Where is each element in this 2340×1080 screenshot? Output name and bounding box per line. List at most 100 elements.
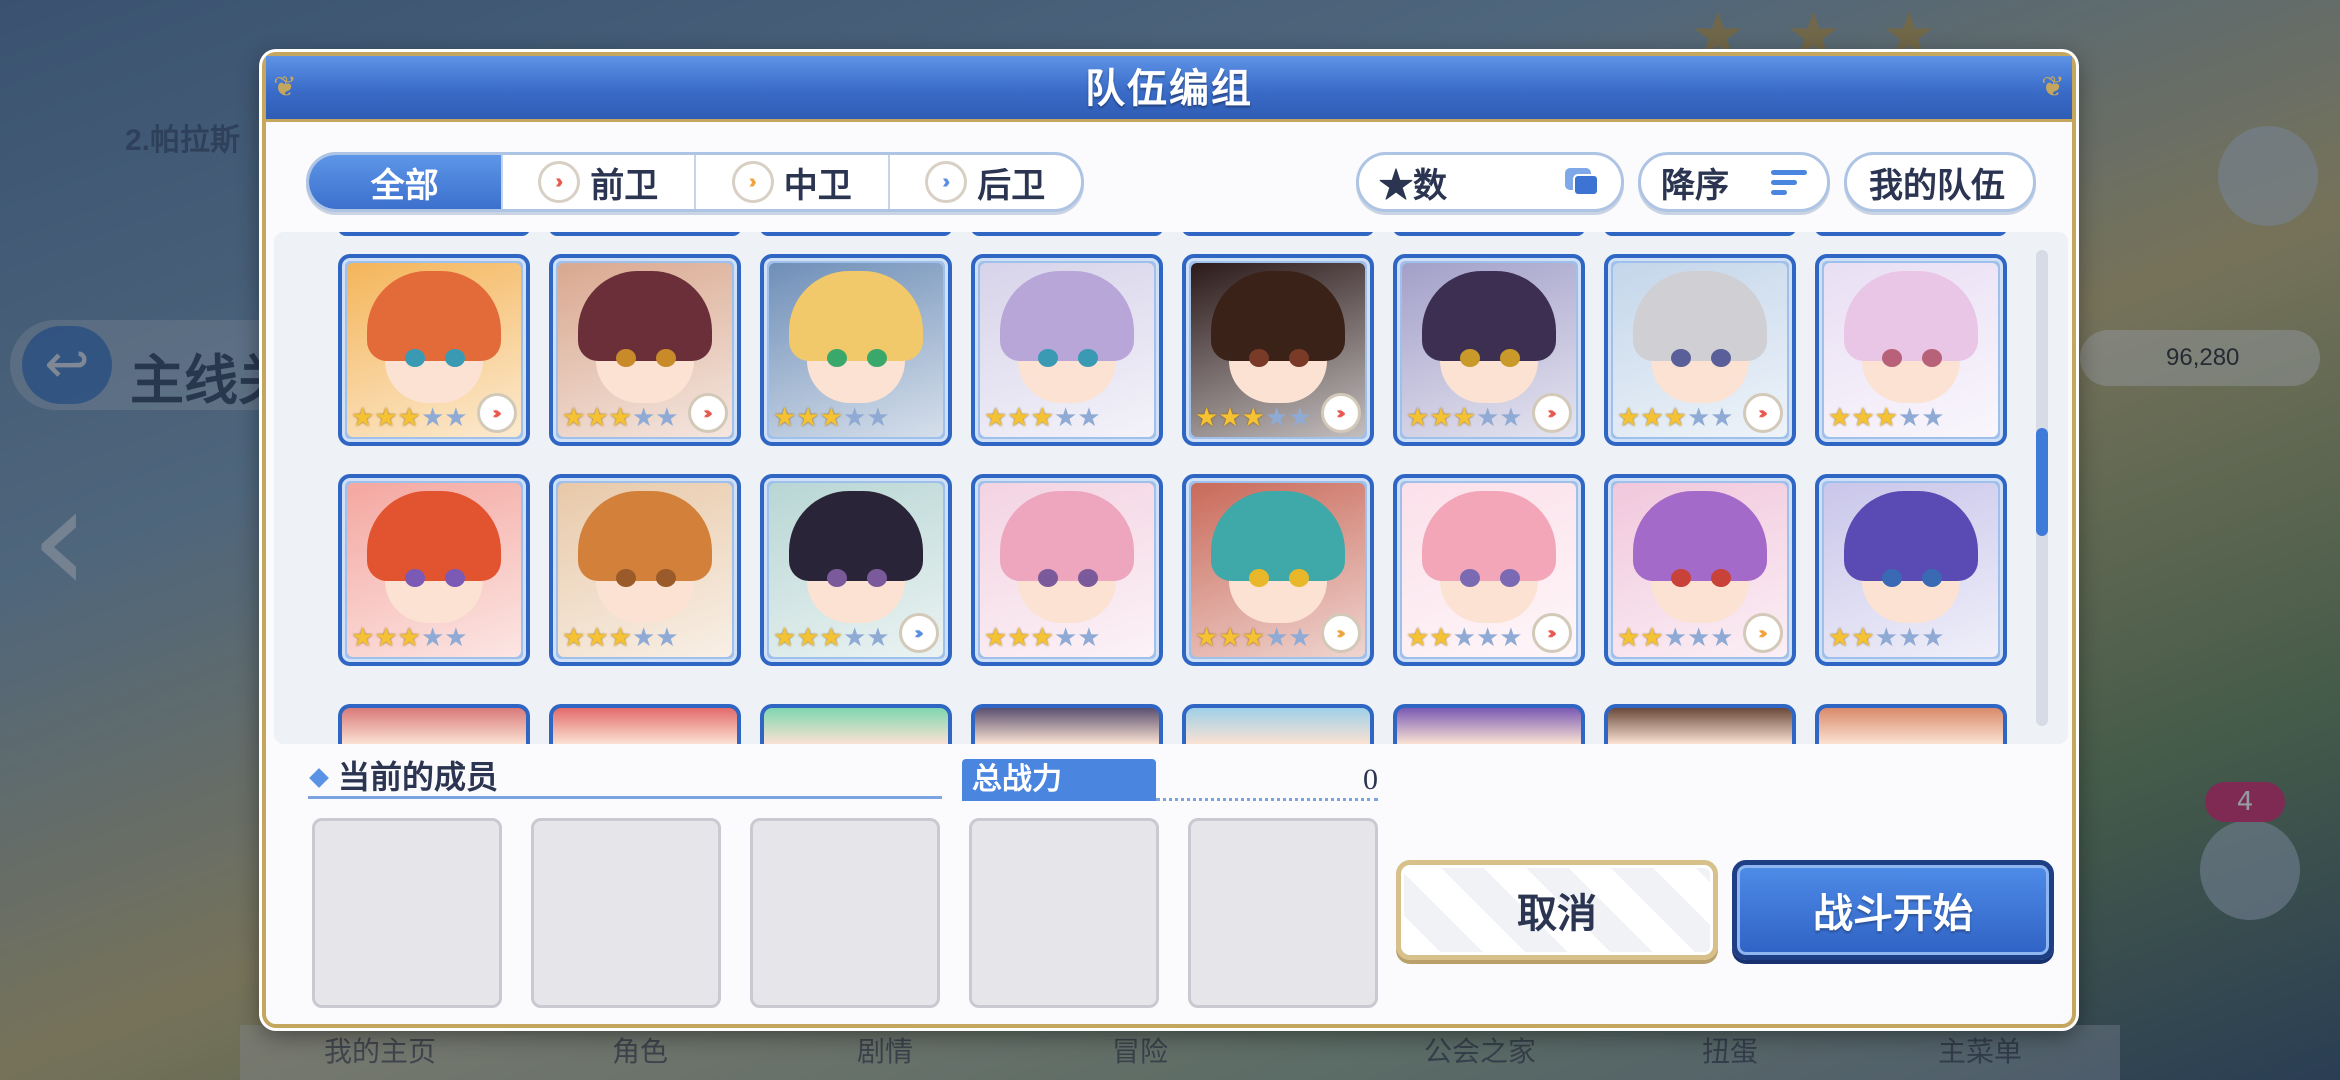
- character-card-partial[interactable]: [971, 232, 1163, 236]
- star-empty-icon: ★: [1475, 623, 1500, 653]
- star-empty-icon: ★: [1710, 403, 1734, 433]
- star-filled-icon: ★: [1218, 403, 1242, 433]
- star-filled-icon: ★: [796, 623, 820, 653]
- character-card[interactable]: ★ ★ ★ ★ ★: [1815, 474, 2007, 666]
- character-card[interactable]: ★ ★ ★ ★ ★: [549, 474, 741, 666]
- sort-order-button[interactable]: 降序: [1638, 152, 1830, 212]
- character-card-partial[interactable]: [549, 704, 741, 744]
- star-filled-icon: ★: [819, 403, 843, 433]
- roster-scrollbar[interactable]: [2036, 250, 2048, 726]
- scrollbar-thumb[interactable]: [2036, 428, 2048, 536]
- cancel-button[interactable]: 取消: [1396, 860, 1718, 960]
- sort-field-button[interactable]: ★数: [1356, 152, 1624, 212]
- character-card[interactable]: ★ ★ ★ ★ ★: [760, 254, 952, 446]
- character-card-partial[interactable]: [1815, 232, 2007, 236]
- character-card-partial[interactable]: [1182, 232, 1374, 236]
- star-empty-icon: ★: [1686, 623, 1711, 653]
- star-rating: ★ ★ ★ ★ ★: [351, 623, 468, 653]
- character-card[interactable]: ★ ★ ★ ★ ★ ›››: [1604, 474, 1796, 666]
- character-card-partial[interactable]: [549, 232, 741, 236]
- star-empty-icon: ★: [655, 403, 679, 433]
- star-empty-icon: ★: [655, 623, 679, 653]
- star-rating: ★ ★ ★ ★ ★: [984, 403, 1101, 433]
- character-card[interactable]: ★ ★ ★ ★ ★: [338, 474, 530, 666]
- member-slot-4[interactable]: [969, 818, 1159, 1008]
- character-card-partial[interactable]: [338, 232, 530, 236]
- character-card-partial[interactable]: [1182, 704, 1374, 744]
- star-rating: ★ ★ ★ ★ ★: [1195, 623, 1312, 653]
- current-members-label: 当前的成员: [338, 759, 499, 795]
- character-card[interactable]: ★ ★ ★ ★ ★: [971, 474, 1163, 666]
- star-empty-icon: ★: [1710, 623, 1734, 653]
- star-empty-icon: ★: [842, 403, 867, 433]
- star-empty-icon: ★: [1897, 623, 1922, 653]
- star-empty-icon: ★: [1452, 623, 1476, 653]
- star-filled-icon: ★: [608, 623, 632, 653]
- character-card[interactable]: ★ ★ ★ ★ ★ ›››: [1182, 254, 1374, 446]
- star-filled-icon: ★: [1828, 623, 1852, 653]
- tab-rearguard[interactable]: ››› 后卫: [887, 155, 1082, 209]
- character-portrait: ★ ★ ★ ★ ★: [980, 483, 1154, 657]
- star-empty-icon: ★: [420, 623, 445, 653]
- character-portrait: ★ ★ ★ ★ ★: [347, 483, 521, 657]
- character-card-partial[interactable]: [338, 704, 530, 744]
- character-card[interactable]: ★ ★ ★ ★ ★ ›››: [1393, 474, 1585, 666]
- star-filled-icon: ★: [1617, 403, 1641, 433]
- corner-ornament-icon: ❦: [2041, 70, 2065, 103]
- character-roster[interactable]: ★ ★ ★ ★ ★ ››› ★ ★ ★ ★ ★ ››› ★ ★ ★ ★ ★ ★ ★ ★ ★ ★ ★ ★ ★ ★ ★ ››› ★ ★ ★ ★ ★ ›…: [274, 232, 2068, 744]
- character-card[interactable]: ★ ★ ★ ★ ★ ›››: [1393, 254, 1585, 446]
- my-team-button[interactable]: 我的队伍: [1844, 152, 2036, 212]
- star-rating: ★ ★ ★ ★ ★: [1828, 403, 1945, 433]
- tab-all[interactable]: 全部: [309, 155, 501, 209]
- tab-midguard[interactable]: ››› 中卫: [694, 155, 888, 209]
- cancel-label: 取消: [1517, 892, 1597, 936]
- star-filled-icon: ★: [1452, 403, 1476, 433]
- character-card[interactable]: ★ ★ ★ ★ ★ ›››: [1604, 254, 1796, 446]
- star-filled-icon: ★: [1406, 403, 1430, 433]
- character-card-partial[interactable]: [1393, 704, 1585, 744]
- corner-ornament-icon: ❦: [273, 70, 297, 103]
- star-rating: ★ ★ ★ ★ ★: [1406, 403, 1523, 433]
- tab-label: 前卫: [590, 166, 659, 205]
- star-empty-icon: ★: [1288, 403, 1312, 433]
- star-empty-icon: ★: [1264, 403, 1289, 433]
- character-card-partial[interactable]: [971, 704, 1163, 744]
- battle-start-button[interactable]: 战斗开始: [1732, 860, 2054, 960]
- star-rating: ★ ★ ★ ★ ★: [1617, 403, 1734, 433]
- star-empty-icon: ★: [1499, 403, 1523, 433]
- character-card-partial[interactable]: [1604, 232, 1796, 236]
- star-filled-icon: ★: [773, 623, 797, 653]
- front-role-icon: ›››: [688, 393, 728, 433]
- star-filled-icon: ★: [1640, 403, 1664, 433]
- character-card[interactable]: ★ ★ ★ ★ ★ ›››: [1182, 474, 1374, 666]
- character-card[interactable]: ★ ★ ★ ★ ★ ›››: [338, 254, 530, 446]
- character-card[interactable]: ★ ★ ★ ★ ★: [1815, 254, 2007, 446]
- my-team-label: 我的队伍: [1869, 166, 2005, 205]
- star-rating: ★ ★ ★ ★ ★: [351, 403, 468, 433]
- character-portrait: ★ ★ ★ ★ ★ ›››: [1613, 263, 1787, 437]
- star-rating: ★ ★ ★ ★ ★: [562, 623, 679, 653]
- character-card-partial[interactable]: [1815, 704, 2007, 744]
- character-portrait: ★ ★ ★ ★ ★: [1824, 263, 1998, 437]
- character-card[interactable]: ★ ★ ★ ★ ★ ›››: [760, 474, 952, 666]
- member-slot-2[interactable]: [531, 818, 721, 1008]
- star-filled-icon: ★: [374, 403, 398, 433]
- character-card-partial[interactable]: [1393, 232, 1585, 236]
- star-filled-icon: ★: [608, 403, 632, 433]
- character-card-partial[interactable]: [760, 232, 952, 236]
- character-portrait: ★ ★ ★ ★ ★: [769, 263, 943, 437]
- character-card-partial[interactable]: [1604, 704, 1796, 744]
- tab-vanguard[interactable]: ››› 前卫: [500, 155, 695, 209]
- member-slot-1[interactable]: [312, 818, 502, 1008]
- star-empty-icon: ★: [866, 623, 890, 653]
- character-card[interactable]: ★ ★ ★ ★ ★: [971, 254, 1163, 446]
- star-filled-icon: ★: [351, 623, 375, 653]
- member-slot-3[interactable]: [750, 818, 940, 1008]
- star-empty-icon: ★: [1686, 403, 1711, 433]
- character-card-partial[interactable]: [760, 704, 952, 744]
- star-filled-icon: ★: [1195, 623, 1219, 653]
- character-card[interactable]: ★ ★ ★ ★ ★ ›››: [549, 254, 741, 446]
- rearguard-chevron-icon: ›››: [925, 161, 968, 203]
- star-filled-icon: ★: [1429, 623, 1453, 653]
- member-slot-5[interactable]: [1188, 818, 1378, 1008]
